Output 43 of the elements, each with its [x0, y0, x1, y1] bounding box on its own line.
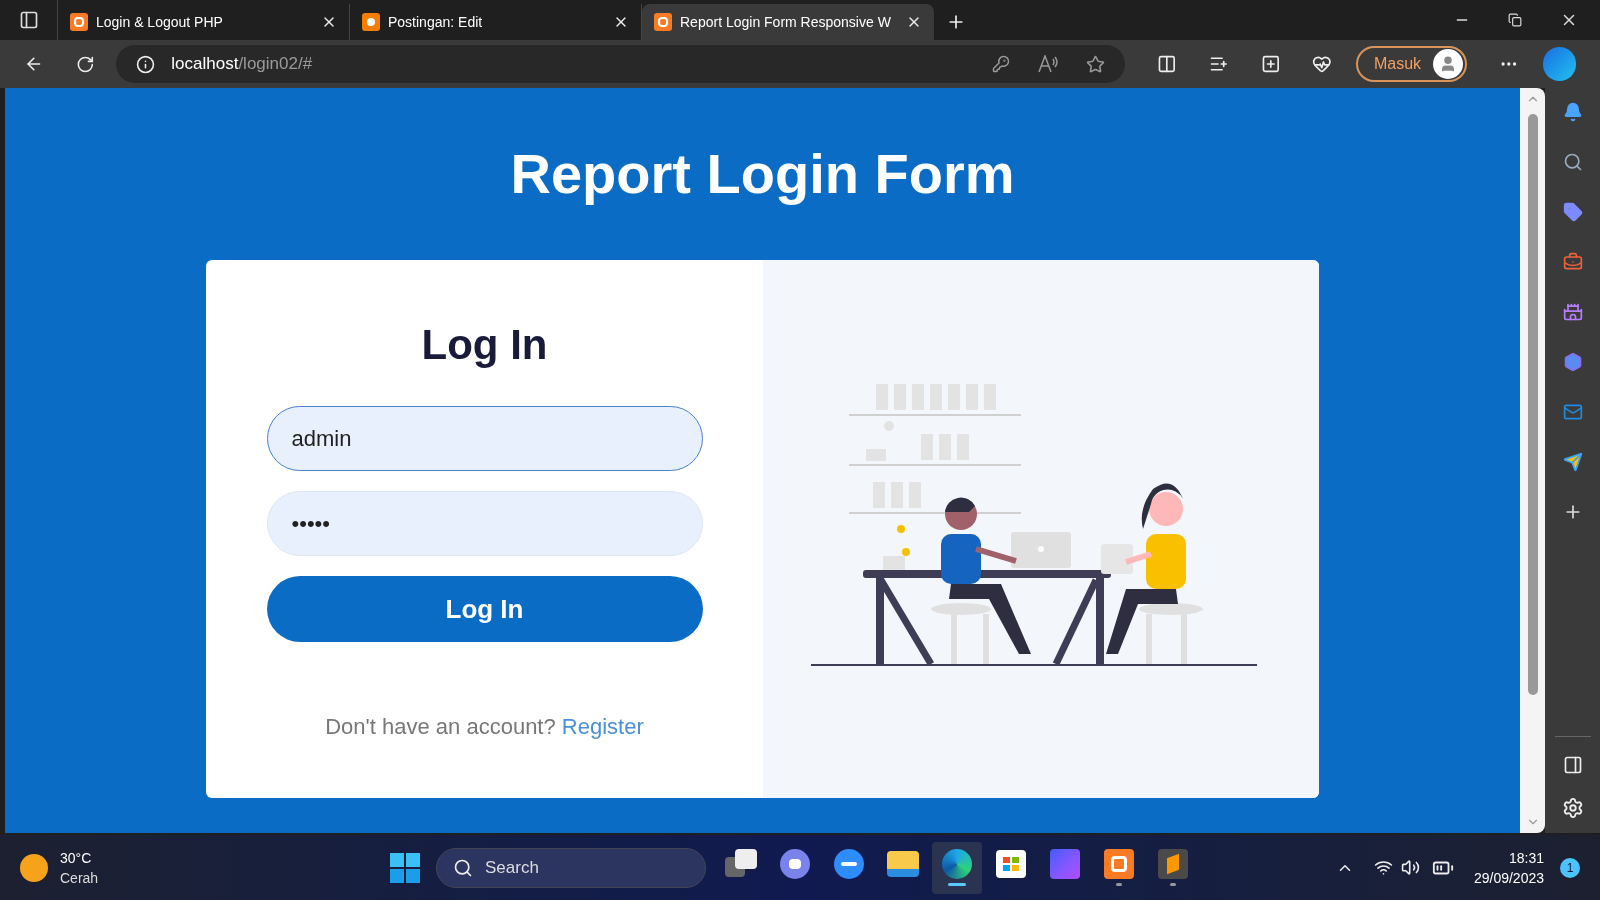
- register-prompt: Don't have an account? Register: [325, 713, 644, 741]
- profile-button[interactable]: Masuk: [1355, 46, 1468, 82]
- search-icon: [453, 857, 473, 878]
- restore-icon[interactable]: [1508, 13, 1522, 27]
- username-field[interactable]: admin: [266, 406, 703, 471]
- login-button[interactable]: Log In: [266, 576, 703, 642]
- weather-condition: Cerah: [60, 868, 99, 888]
- split-screen-icon[interactable]: [1157, 54, 1178, 74]
- bell-icon[interactable]: [1562, 102, 1583, 122]
- clock-time[interactable]: 18:31: [1508, 847, 1544, 868]
- clock-date[interactable]: 29/09/2023: [1473, 867, 1544, 888]
- star-icon[interactable]: [1086, 54, 1106, 74]
- reload-icon[interactable]: [75, 54, 95, 74]
- paper-plane-icon[interactable]: [1562, 452, 1583, 472]
- notification-badge[interactable]: 1: [1560, 857, 1580, 878]
- address-field[interactable]: localhost/login02/#: [116, 45, 1126, 83]
- tab-title: Postingan: Edit: [388, 12, 484, 32]
- password-field[interactable]: •••••: [266, 491, 703, 556]
- volume-icon[interactable]: [1400, 858, 1420, 877]
- search-field[interactable]: Search: [436, 847, 706, 888]
- wifi-icon[interactable]: [1373, 858, 1393, 877]
- search-icon[interactable]: [1562, 152, 1583, 172]
- tag-icon[interactable]: [1562, 202, 1583, 222]
- tab-actions-icon[interactable]: [18, 10, 39, 30]
- tab-title: Report Login Form Responsive W: [680, 12, 892, 32]
- settings-icon[interactable]: [1561, 797, 1584, 819]
- temperature: 30°C: [60, 848, 93, 868]
- info-icon[interactable]: [136, 54, 156, 74]
- avatar-icon: [1433, 49, 1464, 79]
- favorites-icon[interactable]: [1209, 54, 1229, 74]
- read-aloud-icon[interactable]: [1038, 55, 1059, 73]
- key-icon[interactable]: [992, 55, 1011, 73]
- toolbox-icon[interactable]: [1562, 252, 1583, 272]
- overlapping-windows-icon[interactable]: [725, 849, 757, 879]
- browser-tab[interactable]: Report Login Form Responsive W: [642, 4, 934, 40]
- tab-title: Login & Logout PHP: [96, 12, 224, 32]
- collections-icon[interactable]: [1260, 54, 1281, 74]
- page-title: Report Login Form: [510, 142, 1015, 206]
- form-heading: Log In: [421, 320, 548, 370]
- health-icon[interactable]: [1312, 54, 1332, 74]
- mail-icon[interactable]: [1562, 402, 1583, 422]
- start-icon[interactable]: [390, 852, 420, 883]
- sidebar-toggle-icon[interactable]: [1562, 755, 1583, 775]
